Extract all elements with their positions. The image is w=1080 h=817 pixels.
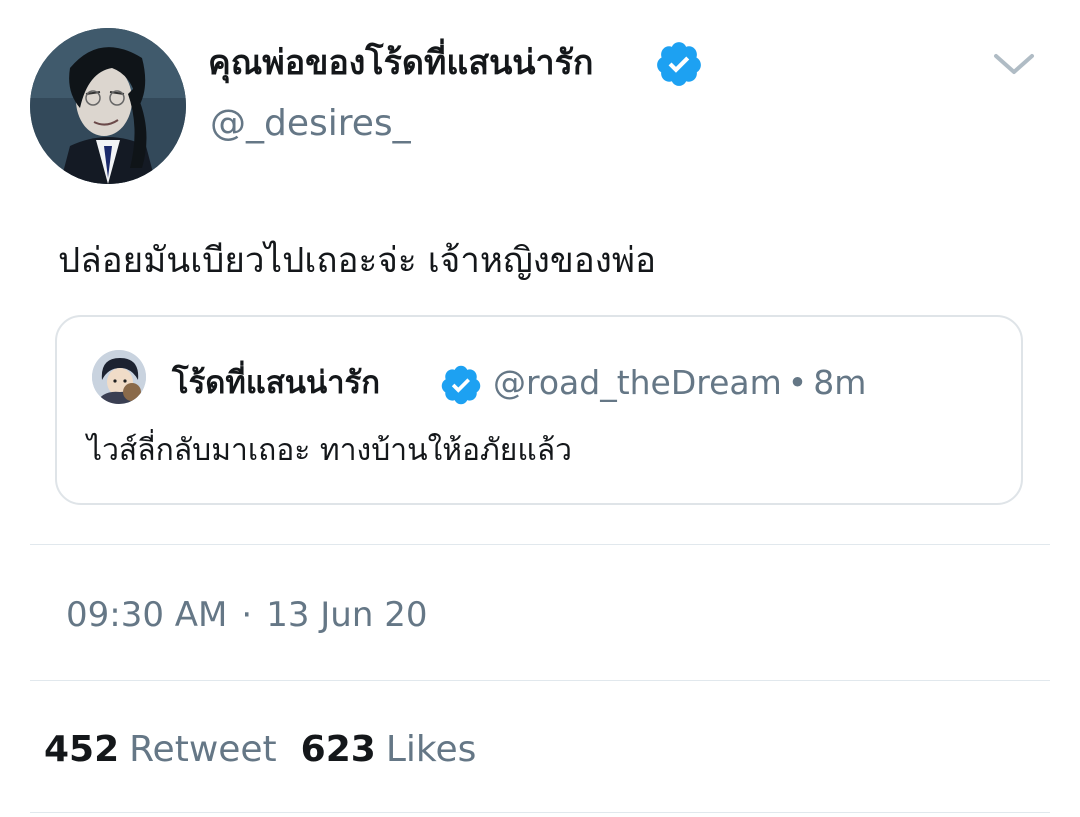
timestamp-separator: · — [241, 595, 253, 635]
quoted-meta: @road_theDream • 8m — [493, 361, 866, 405]
tweet-stats: 452 Retweet 623 Likes — [44, 726, 476, 774]
quoted-display-name[interactable]: โร้ดที่แสนน่ารัก — [172, 361, 380, 405]
author-display-name[interactable]: คุณพ่อของโร้ดที่แสนน่ารัก — [208, 40, 594, 86]
quoted-handle[interactable]: @road_theDream — [493, 363, 782, 402]
divider — [30, 680, 1050, 681]
tweet-date: 13 Jun 20 — [266, 595, 428, 635]
tweet-text: ปล่อยมันเบียวไปเถอะจ่ะ เจ้าหญิงของพ่อ — [58, 241, 656, 281]
avatar-image — [30, 28, 186, 184]
author-avatar[interactable] — [30, 28, 186, 184]
quoted-author-avatar[interactable] — [92, 350, 146, 404]
tweet-timestamp[interactable]: 09:30 AM · 13 Jun 20 — [66, 592, 427, 638]
retweets-stat[interactable]: 452 Retweet — [44, 729, 277, 770]
likes-count: 623 — [300, 729, 376, 770]
verified-badge-icon — [439, 363, 483, 407]
divider — [30, 544, 1050, 545]
chevron-down-icon[interactable] — [990, 48, 1038, 80]
author-handle[interactable]: @_desires_ — [210, 100, 411, 148]
quoted-tweet-text: ไวส์ลี่กลับมาเถอะ ทางบ้านให้อภัยแล้ว — [87, 433, 572, 468]
likes-stat[interactable]: 623 Likes — [301, 729, 477, 770]
verified-badge-icon — [654, 39, 704, 89]
quoted-age: 8m — [813, 363, 867, 402]
divider — [30, 812, 1050, 813]
retweets-count: 452 — [44, 729, 120, 770]
likes-label: Likes — [385, 729, 477, 770]
quoted-tweet-card[interactable]: โร้ดที่แสนน่ารัก @road_theDream • 8m ไวส์ล… — [55, 315, 1023, 505]
tweet-time: 09:30 AM — [66, 595, 228, 635]
meta-separator: • — [787, 363, 808, 402]
retweets-label: Retweet — [129, 729, 277, 770]
quoted-avatar-image — [92, 350, 146, 404]
